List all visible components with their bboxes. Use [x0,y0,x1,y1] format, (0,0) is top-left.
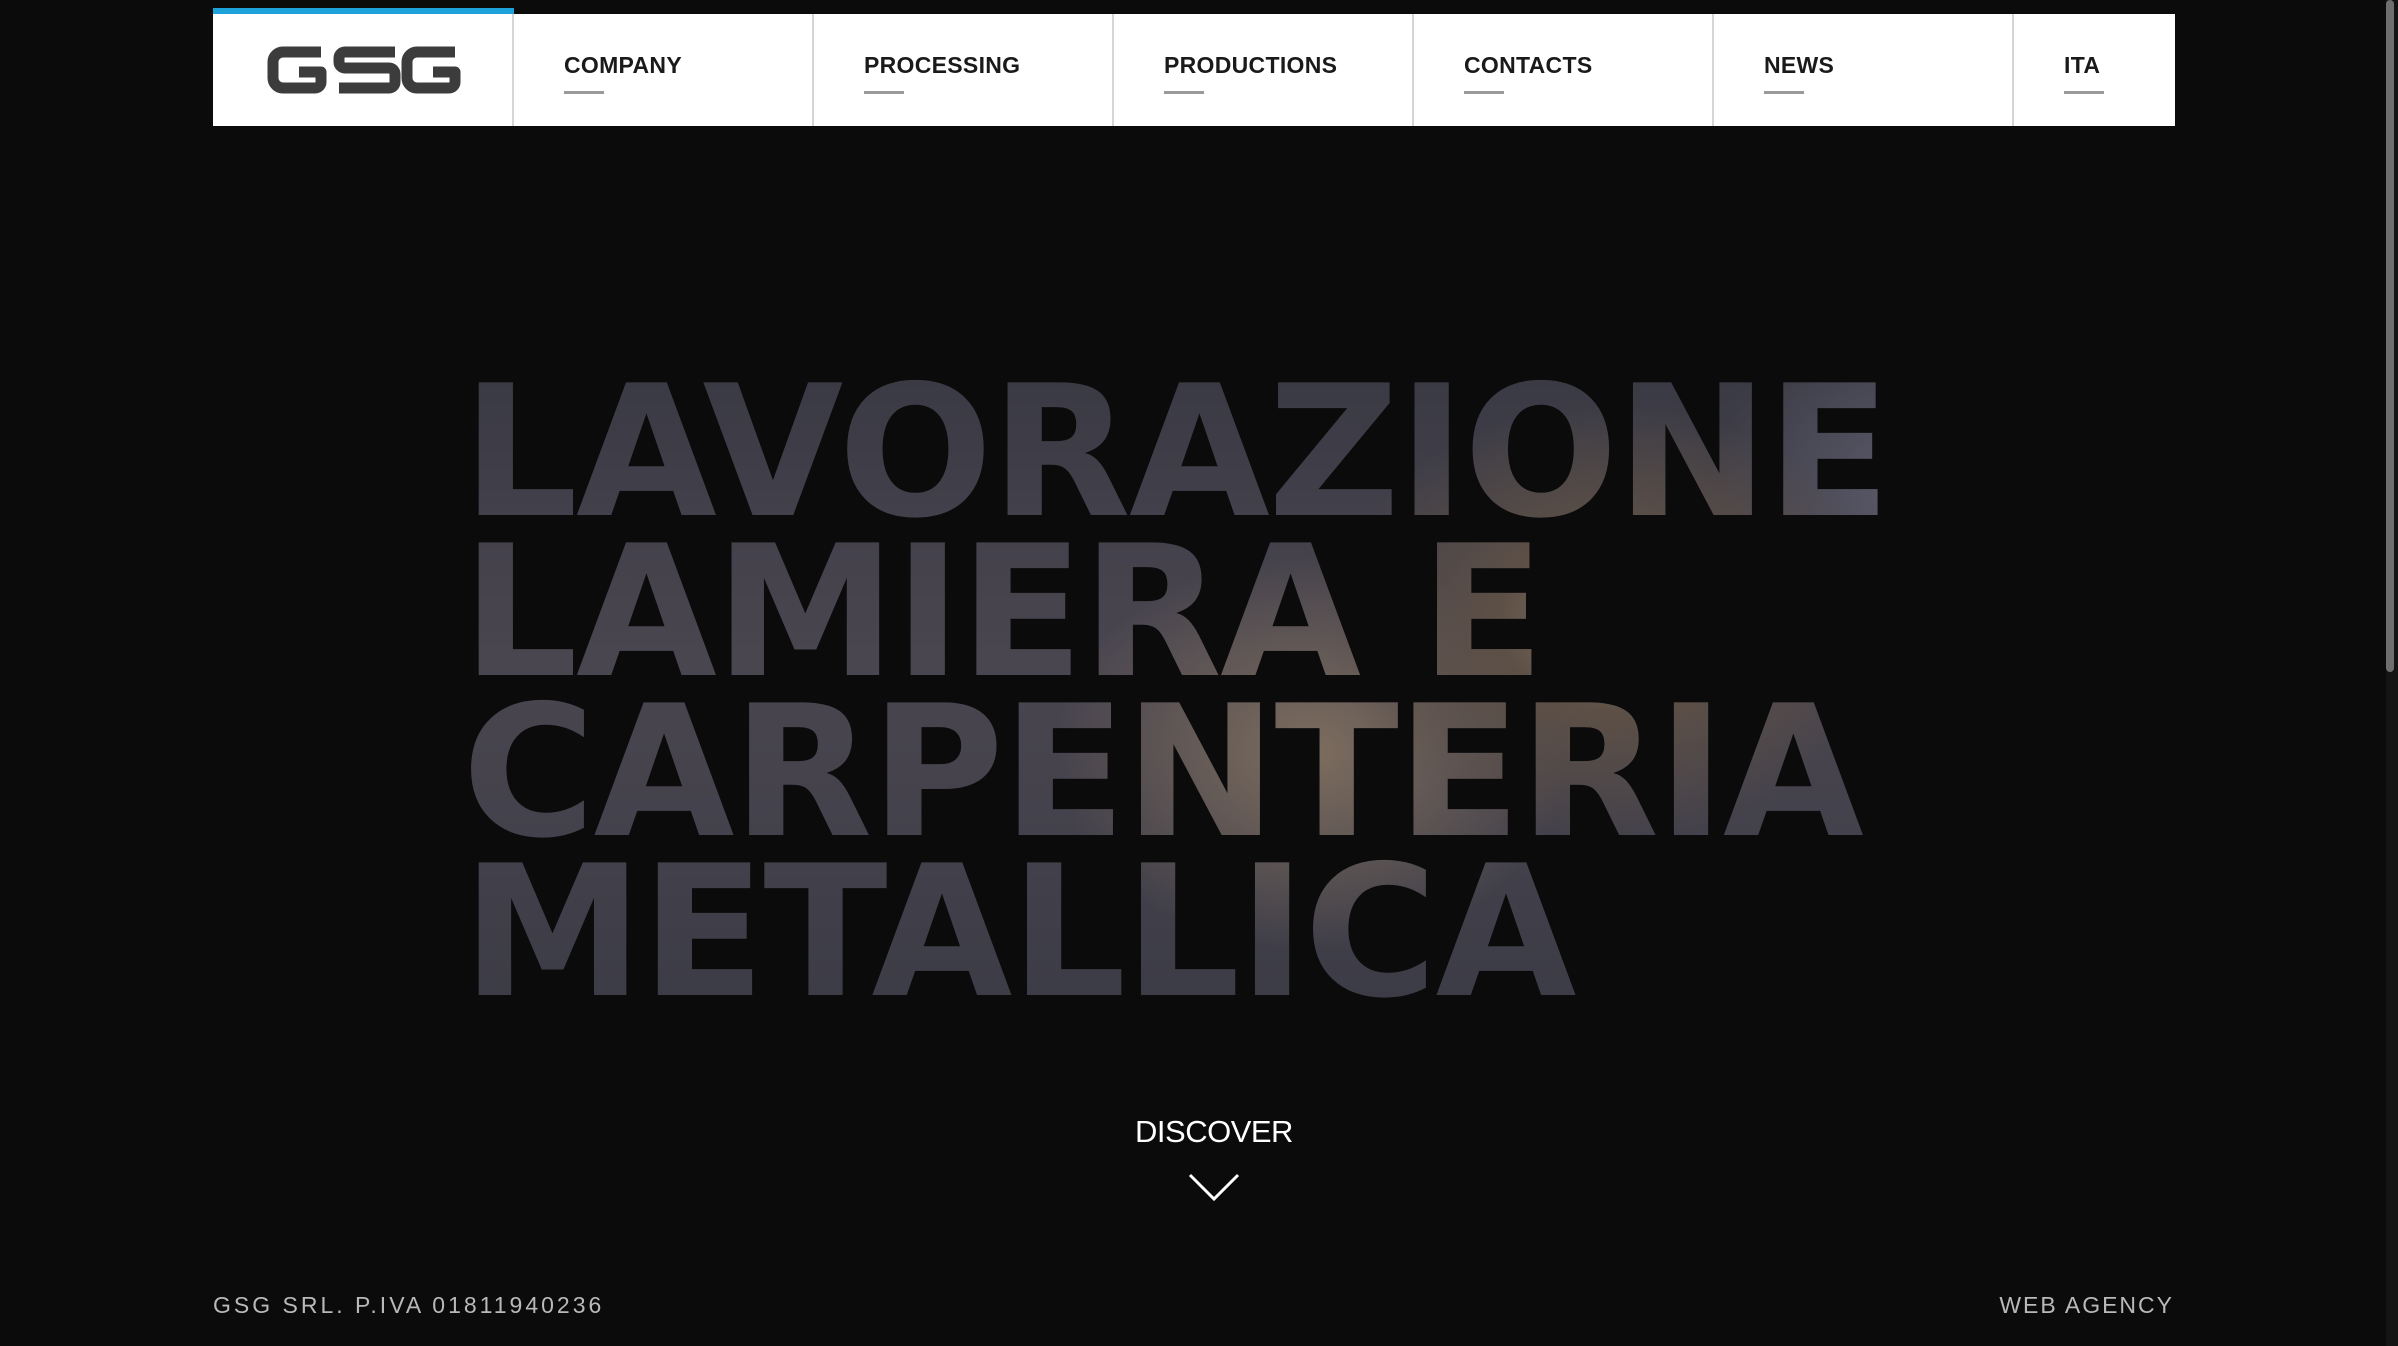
language-switch-ita[interactable]: ITA [2014,14,2173,126]
nav-item-company[interactable]: COMPANY [514,14,814,126]
nav-item-contacts[interactable]: CONTACTS [1414,14,1714,126]
page: COMPANY PROCESSING PRODUCTIONS CONTACTS … [0,0,2398,1346]
language-label: ITA [2064,52,2101,78]
nav-item-label: PRODUCTIONS [1164,52,1338,78]
nav-item-news[interactable]: NEWS [1714,14,2014,126]
page-scrollbar[interactable] [2386,0,2398,1346]
discover-button[interactable]: DISCOVER [1099,1114,1329,1202]
discover-label: DISCOVER [1135,1114,1293,1149]
nav-underline [864,91,904,94]
nav-underline [1464,91,1504,94]
nav-item-productions[interactable]: PRODUCTIONS [1114,14,1414,126]
nav-underline [1164,91,1204,94]
nav-item-label: NEWS [1764,52,1835,78]
nav-underline [564,91,604,94]
nav-underline [1764,91,1804,94]
hero-headline: LAVORAZIONE LAMIERA E CARPENTERIA METALL… [462,372,1889,1012]
top-navigation: COMPANY PROCESSING PRODUCTIONS CONTACTS … [213,8,2175,126]
web-agency-link[interactable]: WEB AGENCY [1999,1292,2174,1319]
nav-item-label: CONTACTS [1464,52,1593,78]
nav-item-label: COMPANY [564,52,682,78]
scrollbar-thumb[interactable] [2386,0,2394,672]
nav-item-processing[interactable]: PROCESSING [814,14,1114,126]
nav-underline [2064,91,2104,94]
chevron-down-icon [1188,1173,1240,1202]
gsg-logo-icon [267,46,460,94]
nav-item-label: PROCESSING [864,52,1021,78]
gsg-logo[interactable] [213,8,514,126]
company-vat-info: GSG SRL. P.IVA 01811940236 [213,1292,605,1318]
